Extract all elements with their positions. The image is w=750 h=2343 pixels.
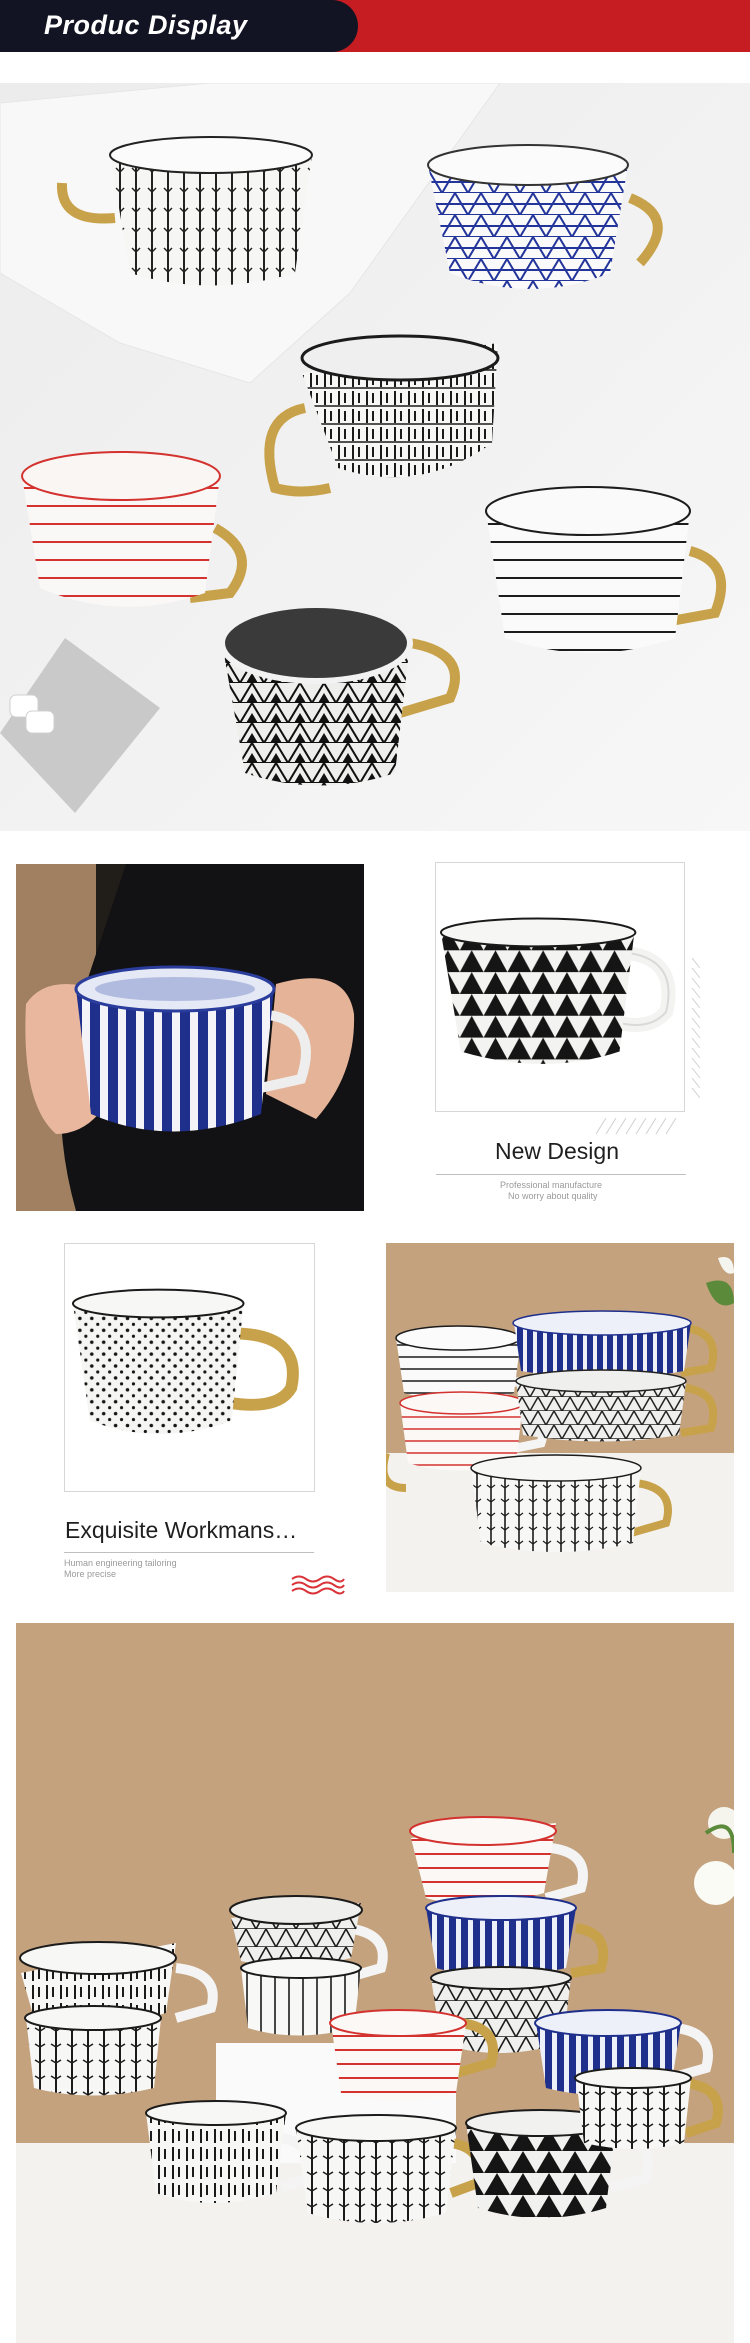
feature-subtitle: Professional manufacture — [500, 1180, 603, 1190]
dotted-mug-photo — [64, 1243, 315, 1492]
feature-title-workmanship: Exquisite Workmans… — [65, 1517, 298, 1543]
page-header: Produc Display — [0, 0, 750, 52]
stacked-mugs-photo — [386, 1243, 734, 1592]
mug-collection-photo — [16, 1623, 734, 2343]
feature-subtitle: Human engineering tailoring — [64, 1558, 177, 1568]
feature-divider — [64, 1552, 314, 1553]
hero-product-photo — [0, 83, 750, 831]
header-red-bar — [330, 0, 750, 52]
page-title: Produc Display — [44, 10, 248, 40]
hand-holding-mug-photo — [16, 864, 364, 1211]
wave-lines-icon — [291, 1575, 345, 1595]
diagonal-lines-decoration — [596, 958, 700, 1134]
feature-subtitle: No worry about quality — [508, 1191, 598, 1201]
feature-subtitle: More precise — [64, 1569, 117, 1579]
feature-divider — [436, 1174, 686, 1175]
feature-title-new-design: New Design — [495, 1138, 619, 1164]
